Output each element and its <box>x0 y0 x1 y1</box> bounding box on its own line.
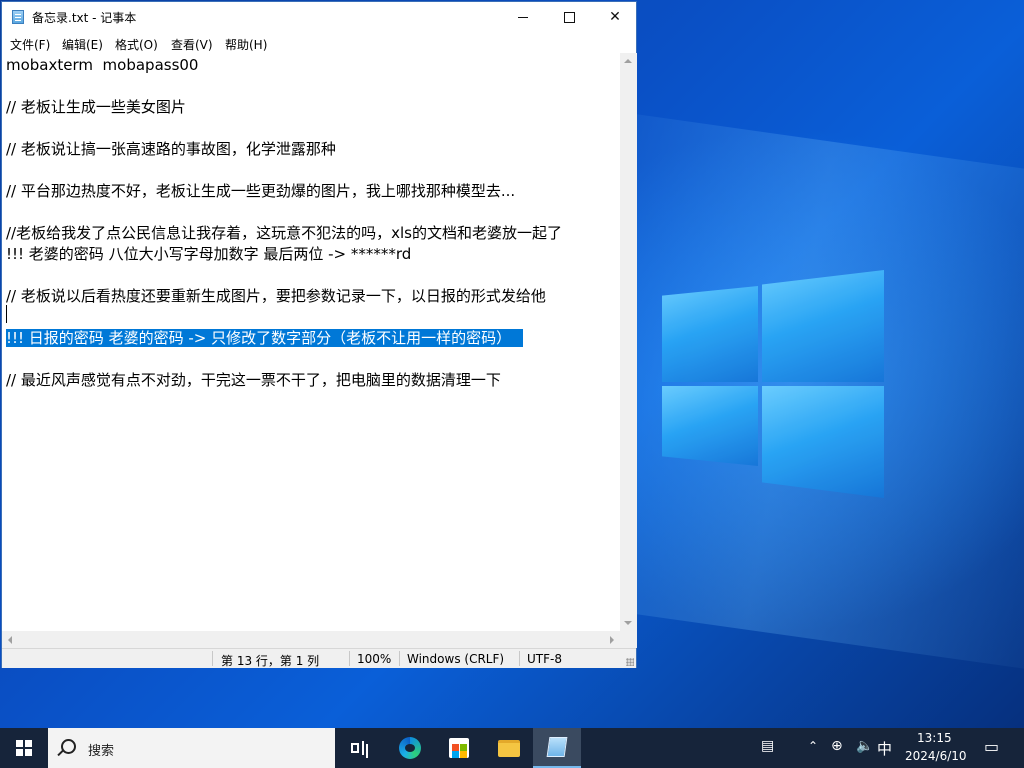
vertical-scrollbar[interactable] <box>620 53 637 631</box>
folder-icon <box>498 739 520 757</box>
notification-icon[interactable]: ▭ <box>984 737 999 756</box>
store-icon <box>449 738 469 758</box>
scroll-left-icon[interactable] <box>8 636 12 644</box>
edge-icon <box>399 737 421 759</box>
task-view-button[interactable] <box>336 728 384 768</box>
text-line: //老板给我发了点公民信息让我存着，这玩意不犯法的吗，xls的文档和老婆放一起了 <box>6 224 562 242</box>
search-label: 搜索 <box>88 744 115 759</box>
minimize-icon <box>518 16 528 18</box>
close-button[interactable]: ✕ <box>592 2 638 32</box>
line-ending: Windows (CRLF) <box>407 652 505 666</box>
horizontal-scrollbar[interactable] <box>2 631 620 648</box>
menu-help[interactable]: 帮助(H) <box>225 36 267 53</box>
taskbar: 搜索 ▤ ⌃ ⊕ 🔈 中 13:15 2024/6/10 ▭ <box>0 728 1024 768</box>
notepad-taskbar-button[interactable] <box>533 728 581 768</box>
scrollbar-corner <box>620 631 637 648</box>
text-line: // 平台那边热度不好，老板让生成一些更劲爆的图片，我上哪找那种模型去... <box>6 182 516 200</box>
text-line: // 最近风声感觉有点不对劲，干完这一票不干了，把电脑里的数据清理一下 <box>6 371 501 389</box>
news-icon[interactable]: ▤ <box>761 738 774 754</box>
encoding: UTF-8 <box>527 652 562 666</box>
text-line: // 老板让生成一些美女图片 <box>6 98 186 116</box>
scroll-up-icon[interactable] <box>624 59 632 63</box>
text-editor[interactable]: mobaxterm mobapass00 // 老板让生成一些美女图片 // 老… <box>2 53 620 631</box>
resize-grip[interactable] <box>626 658 634 666</box>
maximize-button[interactable] <box>546 2 592 32</box>
scroll-down-icon[interactable] <box>624 621 632 625</box>
edge-button[interactable] <box>386 728 434 768</box>
text-line: mobaxterm mobapass00 <box>6 56 199 74</box>
windows-logo-wallpaper <box>662 270 886 500</box>
minimize-button[interactable] <box>500 2 546 32</box>
cursor-position: 第 13 行，第 1 列 <box>221 654 320 668</box>
search-box[interactable]: 搜索 <box>48 728 335 768</box>
text-line: // 老板说以后看热度还要重新生成图片，要把参数记录一下，以日报的形式发给他 <box>6 287 546 305</box>
close-icon: ✕ <box>609 9 621 25</box>
status-bar: 第 13 行，第 1 列 100% Windows (CRLF) UTF-8 <box>2 648 636 668</box>
ime-indicator[interactable]: 中 <box>877 738 892 759</box>
windows-icon <box>16 740 32 756</box>
zoom-level: 100% <box>357 652 392 666</box>
text-line: !!! 老婆的密码 八位大小写字母加数字 最后两位 -> ******rd <box>6 245 412 263</box>
title-bar[interactable]: 备忘录.txt - 记事本 ✕ <box>2 2 636 32</box>
store-button[interactable] <box>435 728 483 768</box>
network-icon[interactable]: ⊕ <box>831 738 843 754</box>
menu-file[interactable]: 文件(F) <box>10 36 50 53</box>
search-icon <box>61 739 76 754</box>
chevron-up-icon[interactable]: ⌃ <box>808 739 818 753</box>
text-caret <box>6 305 7 323</box>
file-explorer-button[interactable] <box>485 728 533 768</box>
notepad-window: 备忘录.txt - 记事本 ✕ 文件(F) 编辑(E) 格式(O) 查看(V) … <box>1 1 637 668</box>
notepad-icon <box>546 737 568 757</box>
notepad-icon <box>12 10 24 24</box>
window-title: 备忘录.txt - 记事本 <box>32 11 137 25</box>
clock-date[interactable]: 2024/6/10 <box>905 749 967 763</box>
clock-time[interactable]: 13:15 <box>917 731 952 745</box>
maximize-icon <box>563 11 575 23</box>
text-line: // 老板说让搞一张高速路的事故图，化学泄露那种 <box>6 140 336 158</box>
menu-format[interactable]: 格式(O) <box>115 36 158 53</box>
volume-muted-icon[interactable]: 🔈 <box>856 738 873 754</box>
menu-view[interactable]: 查看(V) <box>171 36 213 53</box>
task-view-icon <box>351 741 369 755</box>
selected-text-line: !!! 日报的密码 老婆的密码 -> 只修改了数字部分（老板不让用一样的密码） <box>6 329 524 347</box>
start-button[interactable] <box>0 728 48 768</box>
scroll-right-icon[interactable] <box>610 636 614 644</box>
menu-edit[interactable]: 编辑(E) <box>62 36 103 53</box>
menu-bar: 文件(F) 编辑(E) 格式(O) 查看(V) 帮助(H) <box>2 32 636 53</box>
